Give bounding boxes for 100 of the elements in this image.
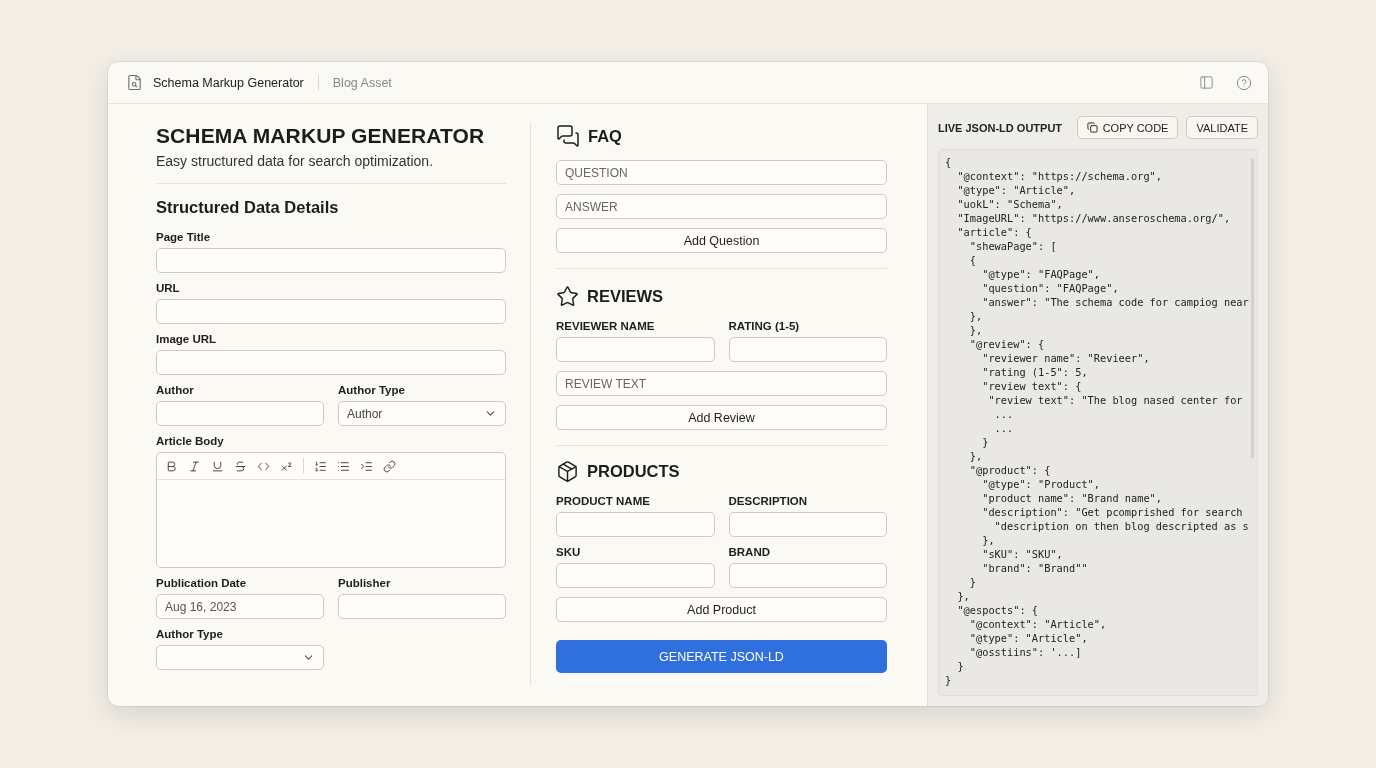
- code-line: "product name": "Brand name",: [981, 491, 1163, 505]
- code-line: ...: [993, 421, 1015, 435]
- field-label: SKU: [556, 546, 582, 558]
- code-line: "@type": "FAQPage",: [981, 267, 1101, 281]
- box-icon: [556, 460, 579, 483]
- copy-icon: [1086, 122, 1098, 133]
- indent-icon[interactable]: [360, 459, 373, 473]
- field-label: RATING (1-5): [728, 320, 801, 332]
- code-line: "@review": {: [968, 337, 1046, 351]
- code-line: "shewaPage": [: [968, 239, 1058, 253]
- bullet-list-icon[interactable]: [337, 459, 350, 473]
- code-line: "@context": "Article",: [968, 617, 1108, 631]
- underline-icon[interactable]: [211, 459, 224, 473]
- code-line: "review text": {: [981, 379, 1083, 393]
- text-field[interactable]: [728, 563, 887, 588]
- text-field[interactable]: [156, 299, 506, 324]
- code-line: },: [956, 589, 971, 603]
- ordered-list-icon[interactable]: [314, 459, 327, 473]
- field-label: Page Title: [156, 231, 212, 243]
- link-icon[interactable]: [383, 459, 396, 473]
- panel-title: LIVE JSON-LD OUTPUT: [938, 121, 1064, 134]
- code-line: "description on then blog descripted as s: [993, 519, 1250, 533]
- text-field[interactable]: [728, 512, 887, 537]
- add-product-button[interactable]: Add Product: [556, 597, 887, 622]
- answer-field[interactable]: ANSWER: [556, 194, 887, 219]
- code-line: }: [981, 435, 990, 449]
- window-title: Schema Markup Generator: [153, 75, 304, 90]
- code-line: "@type": "Product",: [981, 477, 1101, 491]
- code-line: },: [981, 533, 996, 547]
- text-field[interactable]: [556, 563, 715, 588]
- code-line: },: [968, 449, 984, 463]
- select-field[interactable]: [156, 645, 324, 670]
- code-line: },: [968, 323, 984, 337]
- field-label: Author Type: [156, 628, 224, 640]
- field-label: Image URL: [156, 333, 218, 345]
- field-label: Author: [156, 384, 195, 396]
- code-line: ...: [993, 407, 1015, 421]
- code-line: }: [945, 673, 953, 687]
- field-label: Publication Date: [156, 577, 248, 589]
- code-line: "@product": {: [968, 463, 1052, 477]
- section-heading: PRODUCTS: [587, 462, 680, 481]
- text-field[interactable]: [156, 401, 324, 426]
- add-question-button[interactable]: Add Question: [556, 228, 887, 253]
- code-line: "rating (1-5": 5,: [981, 365, 1089, 379]
- code-line: "@espocts": {: [956, 603, 1039, 617]
- code-line: "sKU": "SKU",: [981, 547, 1064, 561]
- star-icon: [556, 285, 579, 308]
- review-text-field[interactable]: REVIEW TEXT: [556, 371, 887, 396]
- code-line: "reviewer name": "Revieer",: [981, 351, 1151, 365]
- page-title: SCHEMA MARKUP GENERATOR: [156, 124, 486, 148]
- document-search-icon: [126, 74, 143, 91]
- text-field[interactable]: [156, 248, 506, 273]
- text-field[interactable]: [728, 337, 887, 362]
- page-subtitle: Easy structured data for search optimization.: [156, 153, 435, 169]
- field-label: Article Body: [156, 435, 225, 447]
- code-line: "question": "FAQPage",: [981, 281, 1120, 295]
- code-line: }: [956, 659, 965, 673]
- code-line: {: [945, 155, 953, 169]
- text-field[interactable]: [338, 594, 506, 619]
- validate-button[interactable]: VALIDATE: [1186, 116, 1258, 139]
- copy-code-button[interactable]: COPY CODE: [1076, 116, 1179, 139]
- strikethrough-icon[interactable]: [234, 459, 247, 473]
- add-review-button[interactable]: Add Review: [556, 405, 887, 430]
- superscript-icon[interactable]: [280, 459, 293, 473]
- text-field[interactable]: [556, 337, 715, 362]
- code-line: "@osstiins": '...]: [968, 645, 1083, 659]
- italic-icon[interactable]: [188, 459, 201, 473]
- field-label: PRODUCT NAME: [556, 495, 651, 507]
- code-line: "@type": "Article",: [956, 183, 1077, 197]
- code-line: "review text": "The blog nased center for: [987, 393, 1244, 407]
- code-line: "brand": "Brand"": [981, 561, 1089, 575]
- field-label: BRAND: [728, 546, 772, 558]
- bold-icon[interactable]: [165, 459, 178, 473]
- text-field[interactable]: Aug 16, 2023: [156, 594, 324, 619]
- section-title: Structured Data Details: [156, 198, 340, 217]
- code-line: {: [968, 253, 977, 267]
- code-line: },: [968, 309, 984, 323]
- help-icon[interactable]: [1236, 74, 1252, 91]
- code-line: "article": {: [956, 225, 1033, 239]
- select-field[interactable]: Author: [338, 401, 506, 426]
- generate-button[interactable]: GENERATE JSON-LD: [556, 640, 887, 673]
- chat-icon: [556, 124, 580, 148]
- code-line: "answer": "The schema code for campiog near: [981, 295, 1250, 309]
- text-field[interactable]: [156, 350, 506, 375]
- field-label: REVIEWER NAME: [556, 320, 656, 332]
- code-line: "@type": "Article",: [968, 631, 1089, 645]
- section-heading: REVIEWS: [587, 287, 664, 306]
- code-line: "ImageURL": "https://www.anseroschema.org/",: [956, 211, 1232, 225]
- field-label: DESCRIPTION: [728, 495, 809, 507]
- field-label: URL: [156, 282, 181, 294]
- section-heading: FAQ: [588, 126, 622, 146]
- question-field[interactable]: QUESTION: [556, 160, 887, 185]
- field-label: Publisher: [338, 577, 392, 589]
- code-line: "uokL": "Schema",: [956, 197, 1064, 211]
- code-line: "@context": "https://schema.org",: [956, 169, 1163, 183]
- text-field[interactable]: [556, 512, 715, 537]
- field-label: Author Type: [338, 384, 406, 396]
- breadcrumb: Blog Asset: [332, 75, 392, 90]
- layout-icon[interactable]: [1199, 75, 1214, 90]
- code-line: "description": "Get pcomprished for search: [981, 505, 1244, 519]
